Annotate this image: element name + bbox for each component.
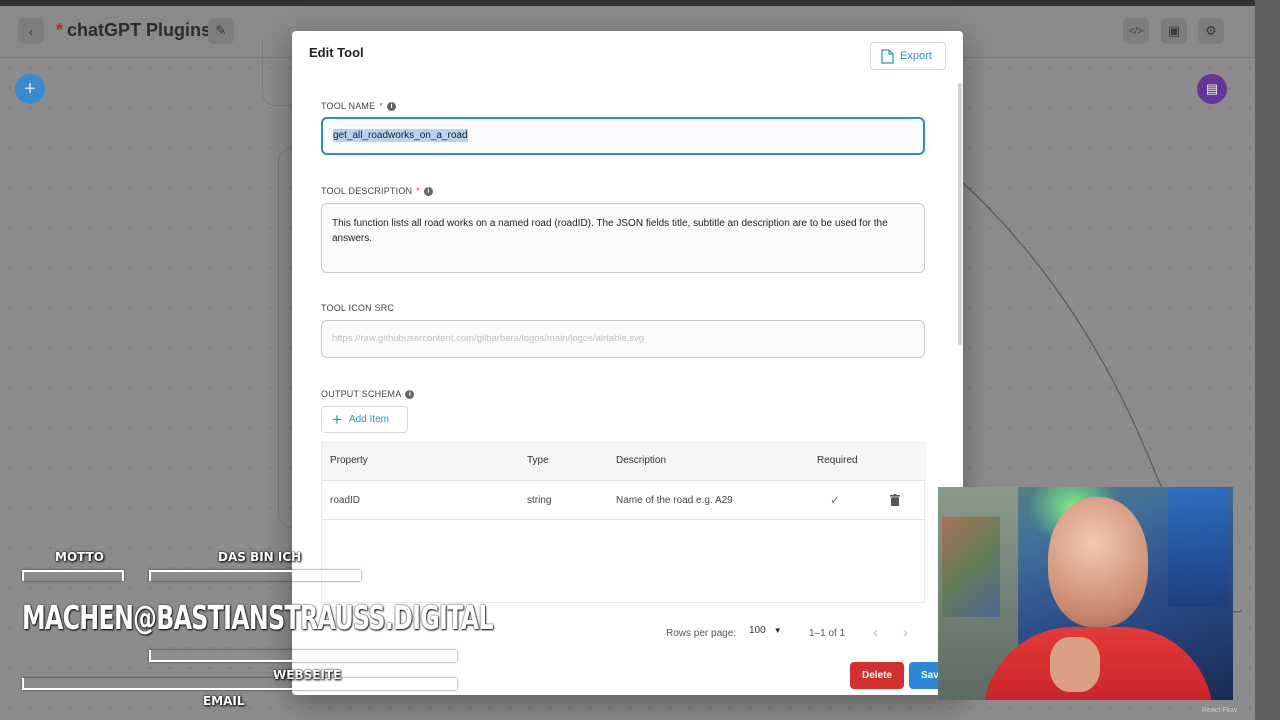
edit-title-button[interactable]: ✎ [208, 18, 234, 44]
tool-name-value: get_all_roadworks_on_a_road [333, 129, 468, 142]
next-page-icon[interactable]: › [903, 624, 908, 641]
tool-icon-src-label: TOOL ICON SRC [321, 303, 394, 313]
add-item-button[interactable]: + Add Item [321, 406, 408, 433]
overlay-email-address: MACHEN@BASTIANSTRAUSS.DIGITAL [22, 598, 494, 637]
required-check-icon: ✓ [830, 493, 841, 507]
overlay-bracket [149, 570, 361, 581]
settings-button[interactable]: ⚙ [1198, 18, 1224, 44]
chevron-left-icon: ‹ [28, 23, 34, 39]
save-flow-button[interactable]: ▣ [1161, 18, 1187, 44]
caret-down-icon: ▼ [773, 626, 782, 635]
cell-property: roadID [330, 494, 361, 506]
column-header-type[interactable]: Type [527, 441, 549, 480]
overlay-bracket [22, 570, 124, 581]
app-title-text: chatGPT Plugins [67, 20, 212, 40]
table-row[interactable]: roadID string Name of the road e.g. A29 … [322, 481, 926, 520]
required-marker: * [379, 101, 384, 111]
output-schema-table: Property Type Description Required roadI… [321, 441, 926, 603]
file-export-icon [881, 48, 894, 64]
dialog-scrollbar[interactable] [958, 83, 962, 345]
webcam-person-head [1048, 497, 1148, 627]
info-icon[interactable]: i [405, 389, 415, 399]
right-edge [1255, 0, 1280, 720]
cell-description: Name of the road e.g. A29 [616, 494, 733, 506]
table-header: Property Type Description Required [322, 441, 926, 481]
overlay-bracket [22, 678, 457, 690]
overlay-bracket [149, 650, 457, 662]
pencil-icon: ✎ [215, 23, 227, 38]
save-icon: ▣ [1167, 23, 1181, 38]
tool-description-textarea[interactable]: This function lists all road works on a … [321, 203, 925, 273]
required-marker: * [416, 186, 420, 196]
dialog-title: Edit Tool [309, 45, 364, 60]
overlay-email-label: EMAIL [203, 694, 245, 708]
plus-icon: + [332, 410, 342, 429]
delete-button[interactable]: Delete [850, 662, 904, 689]
view-code-button[interactable]: </> [1123, 18, 1149, 44]
output-schema-label-text: OUTPUT SCHEMA [321, 389, 402, 399]
webcam-person-hand [1050, 637, 1100, 692]
column-header-required[interactable]: Required [817, 441, 858, 480]
info-icon[interactable]: i [423, 186, 433, 196]
tool-name-input[interactable]: get_all_roadworks_on_a_road [321, 117, 925, 155]
tool-icon-src-label-text: TOOL ICON SRC [321, 303, 395, 313]
column-header-description[interactable]: Description [616, 441, 666, 480]
delete-row-button[interactable] [890, 481, 900, 519]
tool-description-label: TOOL DESCRIPTION * i [321, 186, 433, 196]
webcam-wall-art [942, 517, 1000, 617]
tool-name-label: TOOL NAME * i [321, 101, 397, 111]
code-icon: </> [1128, 25, 1144, 37]
chat-button[interactable]: ▤ [1197, 74, 1227, 104]
webcam-blue-light [1168, 487, 1228, 607]
webcam-video [938, 487, 1233, 700]
plus-icon: + [24, 77, 36, 100]
add-node-button[interactable]: + [15, 74, 45, 104]
unsaved-marker: * [56, 20, 64, 40]
tool-description-label-text: TOOL DESCRIPTION [321, 186, 413, 196]
prev-page-icon[interactable]: ‹ [873, 624, 878, 641]
tool-icon-src-placeholder: https://raw.githubusercontent.com/gilbar… [332, 333, 645, 344]
output-schema-label: OUTPUT SCHEMA i [321, 389, 415, 399]
chat-icon: ▤ [1205, 81, 1219, 96]
overlay-das-bin-ich: DAS BIN ICH [218, 550, 302, 564]
export-label: Export [900, 50, 932, 62]
rows-per-page-label: Rows per page: [666, 628, 737, 639]
react-flow-attribution[interactable]: React Flow [1202, 707, 1237, 714]
cell-type: string [527, 494, 552, 506]
rows-per-page-select[interactable]: 100 ▼ [749, 625, 782, 636]
export-button[interactable]: Export [870, 42, 946, 70]
info-icon[interactable]: i [387, 101, 397, 111]
tool-description-value: This function lists all road works on a … [332, 218, 888, 244]
add-item-label: Add Item [348, 414, 389, 425]
tool-icon-src-input[interactable]: https://raw.githubusercontent.com/gilbar… [321, 320, 925, 358]
gear-icon: ⚙ [1205, 23, 1217, 38]
window-top-strip [0, 0, 1280, 6]
tool-name-label-text: TOOL NAME [321, 101, 376, 111]
trash-icon [890, 494, 900, 506]
overlay-motto: MOTTO [55, 550, 104, 564]
back-button[interactable]: ‹ [18, 18, 44, 44]
rows-per-page-value: 100 [749, 625, 766, 636]
app-title: * chatGPT Plugins [56, 20, 211, 41]
edit-tool-dialog: Edit Tool Export TOOL NAME * i get_all_r… [292, 31, 963, 695]
column-header-property[interactable]: Property [330, 441, 368, 480]
pagination-range: 1–1 of 1 [809, 628, 846, 639]
